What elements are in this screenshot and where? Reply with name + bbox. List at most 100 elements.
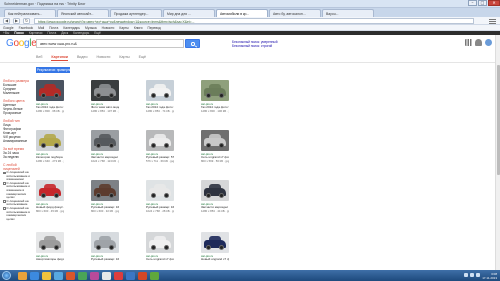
safe-search-links[interactable]: Безопасный поиск: умеренный Безопасный п… [232,40,278,48]
nav-tab[interactable]: Карты [119,55,129,61]
result-thumbnail[interactable] [146,180,174,201]
checkbox[interactable] [3,200,6,203]
taskbar-app-icon[interactable] [150,271,159,280]
close-button[interactable]: ✕ [488,0,500,6]
sidebar-filter-item[interactable]: Прозрачные [3,111,34,115]
result-thumbnail[interactable] [36,130,64,151]
network-icon[interactable] [464,273,468,277]
image-result[interactable]: car-pro.ruРулевый размер: 576х711576 х 7… [146,130,174,163]
address-bar[interactable]: https://www.google.ru/search?q=авто+из+с… [34,18,474,24]
minimize-button[interactable]: – [468,0,477,6]
back-button[interactable]: ◀ [3,18,10,24]
result-thumbnail[interactable] [146,232,174,253]
image-result[interactable]: car-pro.ru Газ 2014 года фото 3 1280 х 853… [146,80,174,113]
taskbar-app-icon[interactable] [138,271,147,280]
tab-5[interactable]: Авто бу, автосалон... [269,9,321,17]
image-result[interactable]: car-pro.ruФото www авто модельные 11280 … [91,80,119,113]
image-result[interactable]: car-pro.ruНовый ungrand x7 фото днем [201,232,229,262]
result-thumbnail[interactable] [146,80,174,101]
google-bar-item[interactable]: Ещё [94,31,101,35]
taskbar-app-icon[interactable] [126,271,135,280]
checkbox[interactable] [3,182,6,185]
google-bar-item[interactable]: Картинки [29,31,43,35]
clock[interactable]: 3:08 17.11.2013 [482,272,497,280]
google-bar-item[interactable]: Диск [61,31,68,35]
result-thumbnail[interactable] [91,130,119,151]
start-button[interactable] [2,271,11,280]
maximize-button[interactable]: □ [478,0,487,6]
nav-tab[interactable]: Новости [96,55,110,61]
result-thumbnail[interactable] [201,180,229,201]
bookmark-item[interactable]: Facebook [19,25,33,30]
tab-4[interactable]: Автомобили в кр... [216,9,268,17]
result-thumbnail[interactable] [146,130,174,151]
taskbar-app-icon[interactable] [102,271,111,280]
image-result[interactable]: car-pro.ruСеть ungrand x7 фото днем 1 [146,232,174,262]
sidebar-filter-item[interactable]: За неделю [3,155,34,159]
search-input[interactable]: авто www сша-pro.ru& [36,39,184,48]
tab-1[interactable]: Японский автосайт... [57,9,109,17]
google-bar-item[interactable]: Календарь [73,31,89,35]
bookmark-item[interactable]: Карты [119,25,128,30]
nav-tab[interactable]: Веб [36,55,42,61]
result-thumbnail[interactable] [36,80,64,101]
reload-button[interactable]: ↻ [23,18,30,24]
image-result[interactable]: car-pro.ru Газ 2014 года фото 5 1280 х 800… [201,80,229,113]
sidebar-filter-item[interactable]: Маленькие [3,91,34,95]
image-result[interactable]: car-pro.ruНовый форд фокус фото 20800 х … [36,180,64,213]
tab-2[interactable]: Продажа аутлендер... [110,9,162,17]
license-checkbox-row[interactable]: С лицензией на использование в коммерчес… [3,206,34,221]
image-result[interactable]: car-pro.ru Категории подбора 1280 х 640 · … [36,130,64,163]
bookmark-item[interactable]: Музыка [85,25,97,30]
google-bar-item[interactable]: Почта [47,31,56,35]
result-thumbnail[interactable] [91,180,119,201]
image-result[interactable]: car-pro.ruРулевый размер: 160×6001024 х … [146,180,174,213]
checkbox[interactable] [3,171,6,174]
bookmark-item[interactable]: Перевод [147,25,160,30]
bookmark-item[interactable]: Календарь [63,25,80,30]
result-thumbnail[interactable] [36,232,64,253]
tab-0[interactable]: Как нейтрализовать... [4,9,56,17]
flag-icon[interactable] [476,273,480,277]
result-title[interactable]: Сеть ungrand x7 фото днем 1 [146,258,174,261]
license-checkbox-row[interactable]: С лицензией на использование и изменение… [3,181,34,200]
tab-6[interactable]: Bayou... [322,9,374,17]
image-result[interactable]: car-pro.ruСеть ungrand x7 фото днем 2800… [201,130,229,163]
bookmark-item[interactable]: Mail [38,25,44,30]
nav-tab[interactable]: Ещё [139,55,146,61]
image-result[interactable]: car-pro.ruРулевый размер: 160×600800 х 6… [91,180,119,213]
google-logo[interactable]: Google [6,38,37,49]
result-title[interactable]: Амортизаторы форд мондео фото 3 [36,258,64,261]
checkbox[interactable] [3,207,6,210]
taskbar-app-icon[interactable] [18,271,27,280]
avatar[interactable] [485,39,492,46]
result-thumbnail[interactable] [201,130,229,151]
result-thumbnail[interactable] [201,80,229,101]
taskbar-app-icon[interactable] [78,271,87,280]
taskbar-app-icon[interactable] [54,271,63,280]
result-thumbnail[interactable] [201,232,229,253]
nav-tab[interactable]: Картинки [51,55,68,61]
forward-button[interactable]: ▶ [13,18,20,24]
google-bar-item[interactable]: Поиск [14,31,24,35]
bookmark-item[interactable]: Почта [49,25,58,30]
apps-grid-icon[interactable] [465,39,472,46]
nav-tab[interactable]: Видео [77,55,88,61]
safe-search-strict[interactable]: Безопасный поиск: строгий [232,44,278,48]
tab-3[interactable]: Мир дна для ... [163,9,215,17]
taskbar-app-icon[interactable] [66,271,75,280]
bookmark-item[interactable]: Google [3,25,14,30]
volume-icon[interactable] [470,273,474,277]
taskbar-app-icon[interactable] [30,271,39,280]
notifications-bell-icon[interactable] [475,39,482,46]
search-button[interactable] [185,39,200,48]
image-result[interactable]: car-pro.ru Газ 2014 года фото 3 1280 х 800… [36,80,64,113]
menu-icon[interactable] [489,18,496,24]
taskbar-app-icon[interactable] [42,271,51,280]
sidebar-filter-item[interactable]: Анимированные [3,139,34,143]
result-thumbnail[interactable] [36,180,64,201]
image-result[interactable]: car-pro.ruАмортизаторы форд мондео фото … [36,232,64,262]
bookmark-item[interactable]: Новости [102,25,115,30]
taskbar-app-icon[interactable] [90,271,99,280]
vertical-scrollbar[interactable] [495,35,500,270]
